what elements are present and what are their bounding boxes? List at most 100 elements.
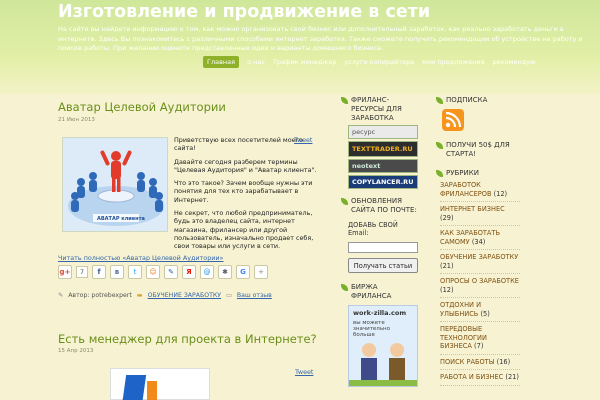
category-link[interactable]: ИНТЕРНЕТ БИЗНЕС: [440, 205, 505, 213]
subscribe-button[interactable]: Получать статьи: [348, 258, 418, 273]
twitter-icon[interactable]: t: [128, 265, 142, 279]
share-count: 7: [76, 266, 88, 278]
categories-list: ЗАРАБОТОК ФРИЛАНСЕРОВ (12) ИНТЕРНЕТ БИЗН…: [440, 178, 520, 386]
nav-item-copywriter[interactable]: услуги копирайтера: [344, 58, 414, 66]
category-count: (21): [505, 373, 519, 381]
list-item: ОБУЧЕНИЕ ЗАРАБОТКУ (21): [440, 250, 520, 274]
widget-title: ОБНОВЛЕНИЯ САЙТА ПО ПОЧТЕ:: [341, 197, 419, 215]
nav-item-traffic-manager[interactable]: Трафик менеджер: [273, 58, 336, 66]
category-link[interactable]: ОПРОСЫ О ЗАРАБОТКЕ: [440, 277, 519, 285]
leaf-icon: [436, 170, 443, 177]
facebook-icon[interactable]: f: [92, 265, 106, 279]
google-bookmark-icon[interactable]: G: [236, 265, 250, 279]
category-count: (16): [496, 357, 511, 366]
widget-title: РУБРИКИ: [436, 169, 520, 178]
nav-item-recommend[interactable]: рекомендую: [493, 58, 536, 66]
category-link[interactable]: ЗАРАБОТОК ФРИЛАНСЕРОВ: [440, 181, 491, 198]
site-description: На сайте вы найдете информацию о том, ка…: [58, 25, 583, 52]
email-input[interactable]: [348, 242, 418, 253]
post-meta: ✎ Автор: potrebexpert ▬ ОБУЧЕНИЕ ЗАРАБОТ…: [58, 292, 272, 299]
category-count: (7): [474, 342, 484, 350]
bookmark-icon[interactable]: ✱: [218, 265, 232, 279]
list-item: ПОИСК РАБОТЫ (16): [440, 355, 520, 370]
post-paragraph: Что это такое? Зачем вообще нужны эти по…: [174, 179, 313, 204]
tweet-button[interactable]: Tweet: [295, 368, 313, 376]
email-label: ДОБАВЬ СВОЙ Email:: [348, 221, 398, 237]
widget-title: ПОЛУЧИ 50$ ДЛЯ СТАРТА!: [436, 141, 520, 159]
rss-icon[interactable]: [442, 109, 464, 131]
share-buttons: g+ 7 f в t ☺ ✎ Я @ ✱ G +: [58, 265, 268, 279]
post-title[interactable]: Есть менеджер для проекта в Интернете?: [58, 332, 317, 346]
category-link[interactable]: ПОИСК РАБОТЫ: [440, 358, 495, 366]
post-body: Приветствую всех посетителей моего сайта…: [174, 136, 322, 256]
post-title[interactable]: Аватар Целевой Аудитории: [58, 100, 326, 114]
more-share-icon[interactable]: +: [254, 265, 268, 279]
copylancer-banner[interactable]: COPYLANCER.RU: [348, 175, 418, 189]
tweet-button[interactable]: Tweet: [294, 136, 312, 144]
list-item: КАК ЗАРАБОТАТЬ САМОМУ (34): [440, 226, 520, 250]
category-count: (21): [440, 261, 454, 270]
list-item: ПЕРЕДОВЫЕ ТЕХНОЛОГИИ БИЗНЕСА (7): [440, 322, 520, 355]
manager-illustration: [122, 375, 157, 400]
post-thumbnail: АВАТАР клиента: [62, 137, 168, 232]
image-caption: АВАТАР клиента: [97, 216, 145, 222]
category-count: (34): [471, 237, 486, 246]
email-subscribe-form: ДОБАВЬ СВОЙ Email: Получать статьи: [348, 221, 419, 273]
livejournal-icon[interactable]: ✎: [164, 265, 178, 279]
list-item: ОПРОСЫ О ЗАРАБОТКЕ (12): [440, 274, 520, 298]
nav-item-home[interactable]: Главная: [203, 56, 240, 68]
texttrader-banner[interactable]: TEXTTRADER.RU: [348, 141, 418, 157]
category-link[interactable]: ОБУЧЕНИЕ ЗАРАБОТКУ: [440, 253, 518, 261]
site-header: Изготовление и продвижение в сети На сай…: [0, 0, 600, 95]
vkontakte-icon[interactable]: в: [110, 265, 124, 279]
list-item: ИНТЕРНЕТ БИЗНЕС (29): [440, 202, 520, 226]
list-item: РАБОТА И БИЗНЕС (21): [440, 370, 520, 386]
leaf-icon: [436, 142, 443, 149]
author-label: Автор: potrebexpert: [68, 292, 132, 299]
main-nav: Главная о нас Трафик менеджер услуги коп…: [203, 56, 536, 68]
post-date: 15 Апр 2013: [58, 348, 94, 354]
post-paragraph: Приветствую всех посетителей моего сайта…: [174, 136, 303, 153]
workzilla-logo: work-zilla.com: [353, 309, 407, 317]
post-paragraph: Давайте сегодня разберем термины "Целева…: [174, 157, 317, 174]
widget-title: ПОДПИСКА: [436, 96, 520, 105]
folder-icon: ▬: [136, 292, 143, 299]
freelance-banners: ресурс TEXTTRADER.RU neotext COPYLANCER.…: [341, 125, 419, 189]
post-content: Аватар Целевой Аудитории 21 Июн 2013: [58, 100, 326, 123]
list-item: ОТДОХНИ И УЛЫБНИСЬ (5): [440, 298, 520, 322]
leaf-icon: [436, 97, 443, 104]
site-title[interactable]: Изготовление и продвижение в сети: [58, 2, 430, 22]
workzilla-banner[interactable]: work-zilla.com вы можете значительно бол…: [348, 305, 418, 387]
neotext-banner[interactable]: neotext: [348, 159, 418, 173]
category-link[interactable]: ОТДОХНИ И УЛЫБНИСЬ: [440, 301, 481, 318]
workzilla-people-icon: [349, 343, 417, 386]
category-count: (5): [480, 309, 490, 318]
leaf-icon: [341, 97, 348, 104]
author-icon: ✎: [58, 292, 64, 299]
nav-item-about[interactable]: о нас: [247, 58, 265, 66]
post-category-link[interactable]: ОБУЧЕНИЕ ЗАРАБОТКУ: [148, 292, 221, 299]
leaf-icon: [341, 198, 348, 205]
comments-link[interactable]: Ваш отзыв: [237, 292, 272, 299]
sidebar-middle: ФРИЛАНС-РЕСУРСЫ ДЛЯ ЗАРАБОТКА ресурс TEX…: [341, 95, 419, 387]
odnoklassniki-icon[interactable]: ☺: [146, 265, 160, 279]
list-item: ЗАРАБОТОК ФРИЛАНСЕРОВ (12): [440, 178, 520, 202]
google-plus-icon[interactable]: g+: [58, 265, 72, 279]
sidebar-right: ПОДПИСКА ПОЛУЧИ 50$ ДЛЯ СТАРТА! РУБРИКИ …: [436, 95, 520, 386]
post-paragraph: Не секрет, что любой предприниматель, бу…: [174, 209, 314, 251]
comment-icon: ▭: [226, 292, 232, 299]
category-link[interactable]: КАК ЗАРАБОТАТЬ САМОМУ: [440, 229, 500, 246]
nav-item-offers[interactable]: мои предложения: [422, 58, 484, 66]
widget-title: ФРИЛАНС-РЕСУРСЫ ДЛЯ ЗАРАБОТКА: [341, 96, 419, 123]
resource-banner[interactable]: ресурс: [348, 125, 418, 139]
widget-title: БИРЖА ФРИЛАНСА: [341, 283, 419, 301]
read-more-link[interactable]: Читать полностью «Аватар Целевой Аудитор…: [58, 254, 223, 262]
category-count: (12): [493, 189, 508, 198]
category-link[interactable]: РАБОТА И БИЗНЕС: [440, 373, 503, 381]
post-thumbnail: [110, 368, 210, 400]
category-count: (29): [440, 213, 454, 222]
post-date: 21 Июн 2013: [58, 117, 95, 123]
category-count: (12): [440, 285, 454, 294]
yandex-icon[interactable]: Я: [182, 265, 196, 279]
mailru-icon[interactable]: @: [200, 265, 214, 279]
